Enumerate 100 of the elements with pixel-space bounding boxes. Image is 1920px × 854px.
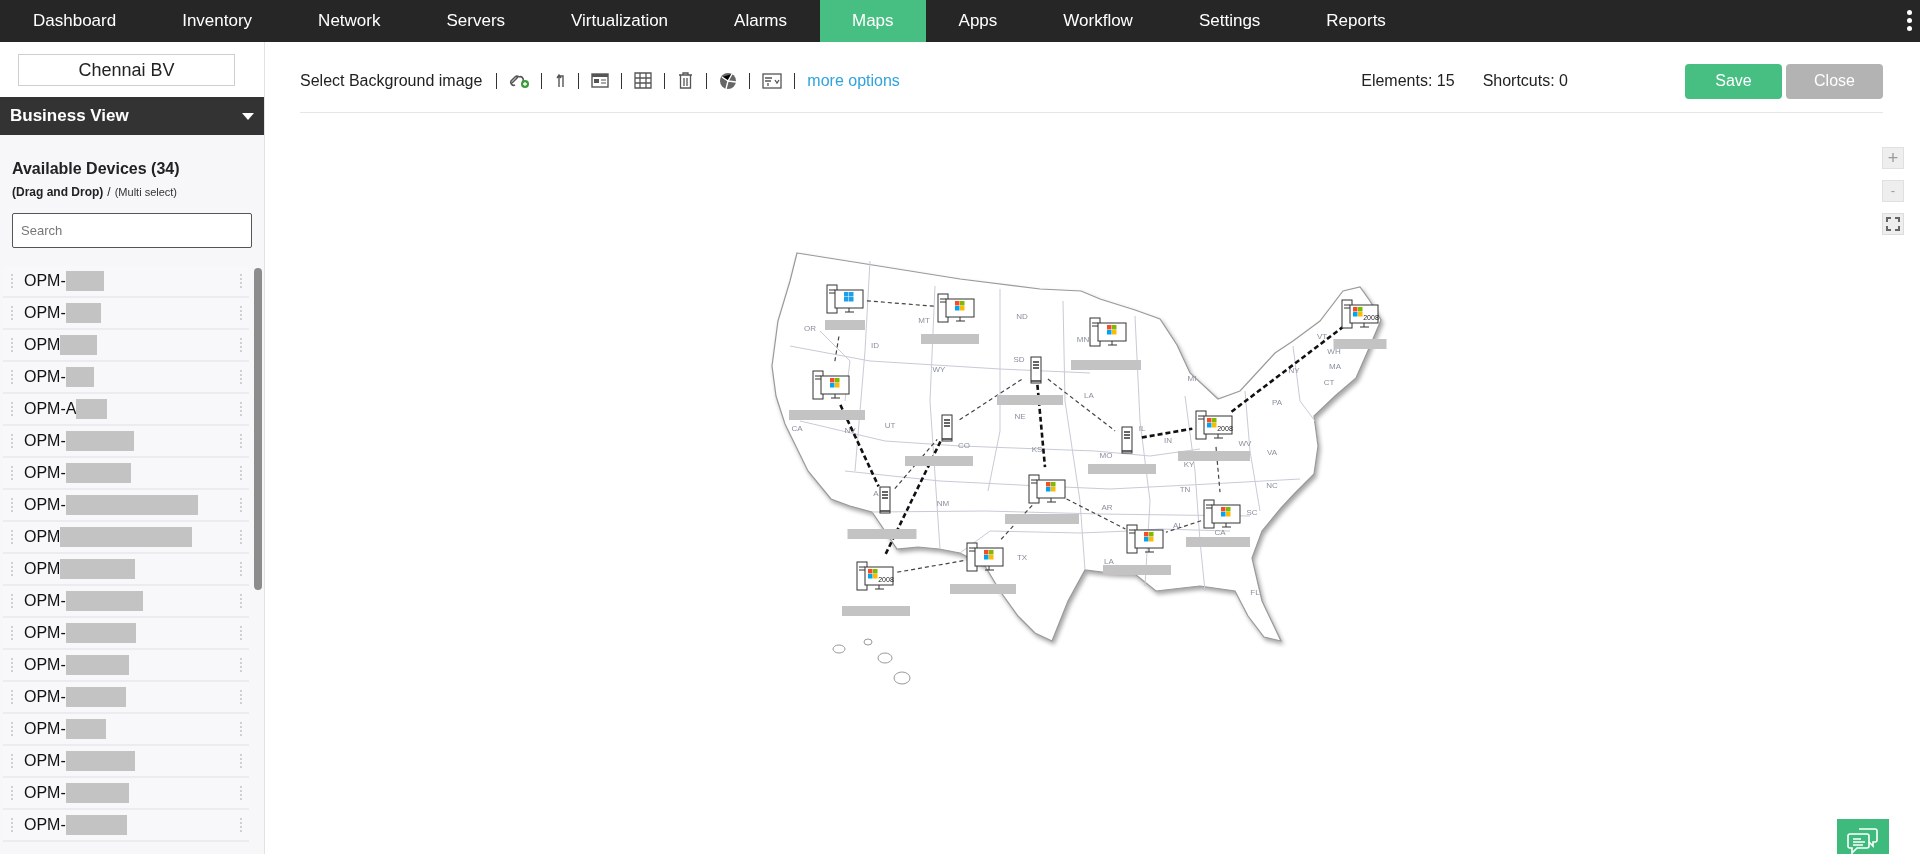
drag-handle-icon[interactable] <box>11 818 13 832</box>
connection-line[interactable] <box>894 438 938 490</box>
workstation-icon[interactable] <box>826 284 864 314</box>
workstation-icon[interactable] <box>937 293 975 323</box>
state-label: NY <box>1288 366 1300 375</box>
redaction-bar <box>65 751 135 771</box>
redaction-bar <box>1088 464 1156 474</box>
drag-handle-icon[interactable] <box>11 530 13 544</box>
panel-icon[interactable] <box>591 71 610 91</box>
chat-icon[interactable] <box>1837 819 1889 854</box>
server-icon[interactable] <box>1121 426 1133 454</box>
server-icon[interactable] <box>1030 356 1042 384</box>
redaction-bar <box>825 320 865 330</box>
device-name: OPM- <box>24 783 66 803</box>
workstation-icon[interactable] <box>812 370 850 400</box>
device-name: OPM- <box>24 687 66 707</box>
more-menu-icon[interactable] <box>1907 10 1912 31</box>
nav-tab[interactable]: Reports <box>1293 0 1419 42</box>
server-icon[interactable] <box>879 486 891 514</box>
drag-handle-icon[interactable] <box>11 754 13 768</box>
drag-handle-icon[interactable] <box>240 338 242 352</box>
drag-handle-icon[interactable] <box>11 786 13 800</box>
nav-tab[interactable]: Network <box>285 0 414 42</box>
connection-line[interactable] <box>1141 427 1193 439</box>
redaction-bar <box>65 783 129 803</box>
select-background-link[interactable]: Select Background image <box>300 69 483 93</box>
drag-handle-icon[interactable] <box>11 690 13 704</box>
state-label: TN <box>1179 485 1191 494</box>
drag-handle-icon[interactable] <box>240 274 242 288</box>
scrollbar[interactable] <box>254 268 262 590</box>
nav-tab[interactable]: Servers <box>413 0 539 42</box>
device-name: OPM- <box>24 591 66 611</box>
device-name: OPM- <box>24 271 66 291</box>
drag-handle-icon[interactable] <box>240 306 242 320</box>
drag-handle-icon[interactable] <box>11 306 13 320</box>
workstation-icon[interactable] <box>1126 524 1164 554</box>
drag-handle-icon[interactable] <box>240 754 242 768</box>
nav-tab[interactable]: Settings <box>1165 0 1294 42</box>
drag-handle-icon[interactable] <box>11 466 13 480</box>
workstation-icon[interactable] <box>1028 474 1066 504</box>
nav-tab[interactable]: Virtualization <box>538 0 702 42</box>
redaction-bar <box>65 431 134 451</box>
drag-handle-icon[interactable] <box>240 786 242 800</box>
business-view-dropdown[interactable]: Business View <box>0 97 264 135</box>
nav-tab[interactable]: Dashboard <box>0 0 150 42</box>
connection-line[interactable] <box>1215 446 1221 493</box>
drag-handle-icon[interactable] <box>240 594 242 608</box>
drag-handle-icon[interactable] <box>240 370 242 384</box>
grid-icon[interactable] <box>634 71 653 91</box>
search-field[interactable]: Search <box>12 213 252 248</box>
state-label: MO <box>1099 451 1113 460</box>
drag-handle-icon[interactable] <box>240 818 242 832</box>
drag-handle-icon[interactable] <box>11 434 13 448</box>
nav-tab[interactable]: Workflow <box>1030 0 1166 42</box>
multi-select-hint: (Multi select) <box>114 185 178 200</box>
drag-handle-icon[interactable] <box>240 658 242 672</box>
drag-handle-icon[interactable] <box>240 434 242 448</box>
fit-screen-icon[interactable] <box>1882 213 1904 235</box>
server-icon[interactable] <box>941 414 953 442</box>
nav-tab[interactable]: Inventory <box>149 0 286 42</box>
drag-handle-icon[interactable] <box>11 722 13 736</box>
drag-handle-icon[interactable] <box>240 402 242 416</box>
drag-handle-icon[interactable] <box>240 562 242 576</box>
drag-handle-icon[interactable] <box>240 626 242 640</box>
workstation-icon[interactable] <box>1203 499 1241 529</box>
drag-handle-icon[interactable] <box>240 690 242 704</box>
connection-line[interactable] <box>833 335 840 364</box>
drag-handle-icon[interactable] <box>11 274 13 288</box>
drag-handle-icon[interactable] <box>240 498 242 512</box>
state-label: MI <box>1187 374 1197 383</box>
nav-tab[interactable]: Apps <box>925 0 1031 42</box>
device-name: OPM- <box>24 655 66 675</box>
connection-line[interactable] <box>896 560 964 573</box>
redaction-bar <box>65 687 126 707</box>
state-label: UT <box>884 421 896 430</box>
drag-handle-icon[interactable] <box>11 370 13 384</box>
connection-line[interactable] <box>839 404 880 487</box>
workstation-icon[interactable] <box>966 542 1004 572</box>
connection-line[interactable] <box>866 300 935 307</box>
drag-handle-icon[interactable] <box>240 530 242 544</box>
drag-handle-icon[interactable] <box>11 594 13 608</box>
workstation-icon[interactable] <box>1089 317 1127 347</box>
state-label: OR <box>804 324 816 333</box>
drag-handle-icon[interactable] <box>11 498 13 512</box>
drag-handle-icon[interactable] <box>11 338 13 352</box>
nav-tab[interactable]: Alarms <box>701 0 820 42</box>
redaction-bar <box>65 463 131 483</box>
sort-dropdown-icon[interactable] <box>762 71 783 91</box>
state-label: LA <box>1104 557 1114 566</box>
state-label: ID <box>871 341 879 350</box>
drag-handle-icon[interactable] <box>11 562 13 576</box>
drag-handle-icon[interactable] <box>240 466 242 480</box>
drag-handle-icon[interactable] <box>11 402 13 416</box>
drag-handle-icon[interactable] <box>11 626 13 640</box>
trash-icon[interactable] <box>677 71 695 91</box>
drag-handle-icon[interactable] <box>11 658 13 672</box>
state-label: KS <box>1031 445 1043 454</box>
drag-handle-icon[interactable] <box>240 722 242 736</box>
view-name-field[interactable]: Chennai BV <box>18 54 235 86</box>
redaction-bar <box>1178 451 1250 461</box>
